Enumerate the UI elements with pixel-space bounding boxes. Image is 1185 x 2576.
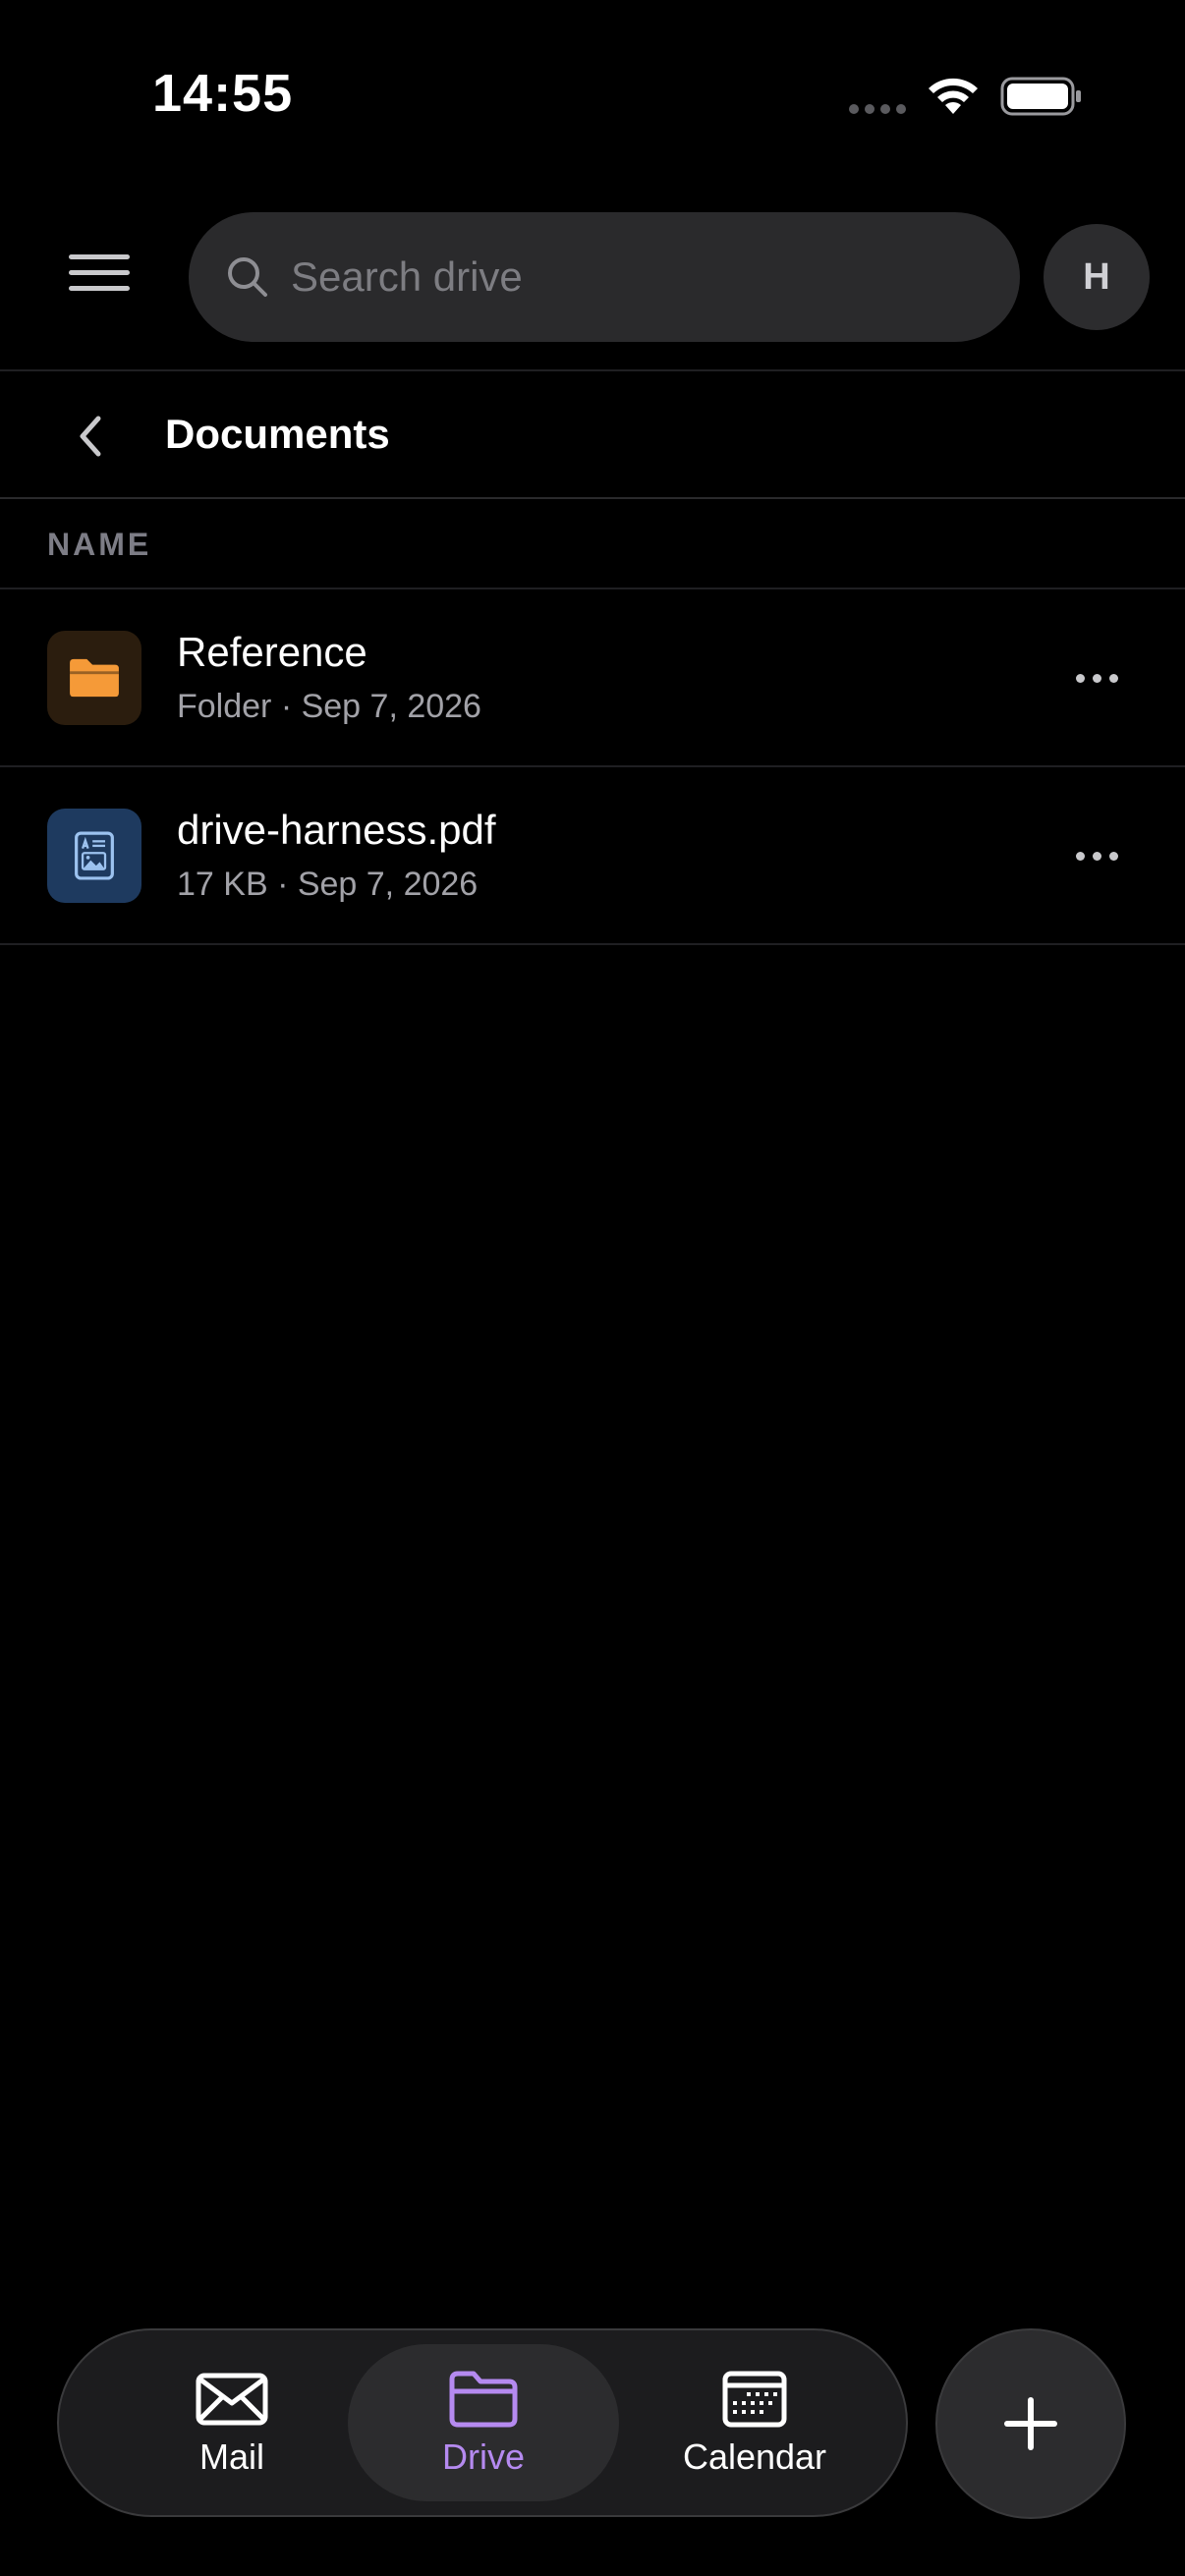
cellular-signal-icon — [849, 104, 906, 114]
column-header: NAME — [0, 499, 1185, 589]
create-new-button[interactable] — [935, 2328, 1126, 2519]
bottom-navigation: Mail Drive Calendar — [57, 2328, 908, 2517]
nav-label-drive: Drive — [441, 2436, 525, 2477]
battery-icon — [1000, 77, 1081, 116]
avatar[interactable]: H — [1044, 224, 1150, 330]
search-icon — [228, 257, 267, 297]
nav-item-calendar[interactable]: Calendar — [619, 2344, 890, 2501]
list-item[interactable]: drive-harness.pdf 17 KB · Sep 7, 2026 — [0, 767, 1185, 945]
list-item[interactable]: Reference Folder · Sep 7, 2026 — [0, 589, 1185, 767]
wifi-icon — [929, 78, 978, 114]
pdf-document-icon — [47, 809, 141, 903]
plus-icon — [1004, 2397, 1057, 2450]
search-bar[interactable] — [189, 212, 1020, 342]
more-options-button[interactable] — [1069, 834, 1124, 877]
nav-label-calendar: Calendar — [682, 2436, 827, 2477]
back-button[interactable] — [69, 411, 116, 462]
page-title: Documents — [165, 411, 390, 457]
calendar-icon — [722, 2371, 787, 2428]
more-horizontal-icon — [1075, 851, 1085, 861]
status-time: 14:55 — [152, 64, 294, 123]
mail-icon — [196, 2373, 268, 2426]
more-options-button[interactable] — [1069, 656, 1124, 700]
more-horizontal-icon — [1075, 673, 1085, 683]
file-name: drive-harness.pdf — [177, 807, 496, 853]
breadcrumb: Documents — [0, 371, 1185, 499]
search-input[interactable] — [291, 242, 979, 312]
top-bar: H — [0, 196, 1185, 371]
file-meta: Folder · Sep 7, 2026 — [177, 688, 481, 725]
status-bar: 14:55 — [0, 0, 1185, 196]
folder-icon — [449, 2371, 518, 2428]
nav-label-mail: Mail — [198, 2436, 264, 2477]
hamburger-menu-button[interactable] — [61, 253, 140, 303]
nav-item-drive[interactable]: Drive — [348, 2344, 619, 2501]
column-header-name[interactable]: NAME — [47, 527, 151, 563]
file-list: Reference Folder · Sep 7, 2026 drive-har… — [0, 589, 1185, 945]
chevron-left-icon — [80, 416, 101, 457]
file-meta: 17 KB · Sep 7, 2026 — [177, 866, 479, 903]
menu-icon — [69, 254, 130, 259]
folder-icon — [47, 631, 141, 725]
nav-item-mail[interactable]: Mail — [96, 2344, 367, 2501]
file-name: Reference — [177, 629, 367, 675]
